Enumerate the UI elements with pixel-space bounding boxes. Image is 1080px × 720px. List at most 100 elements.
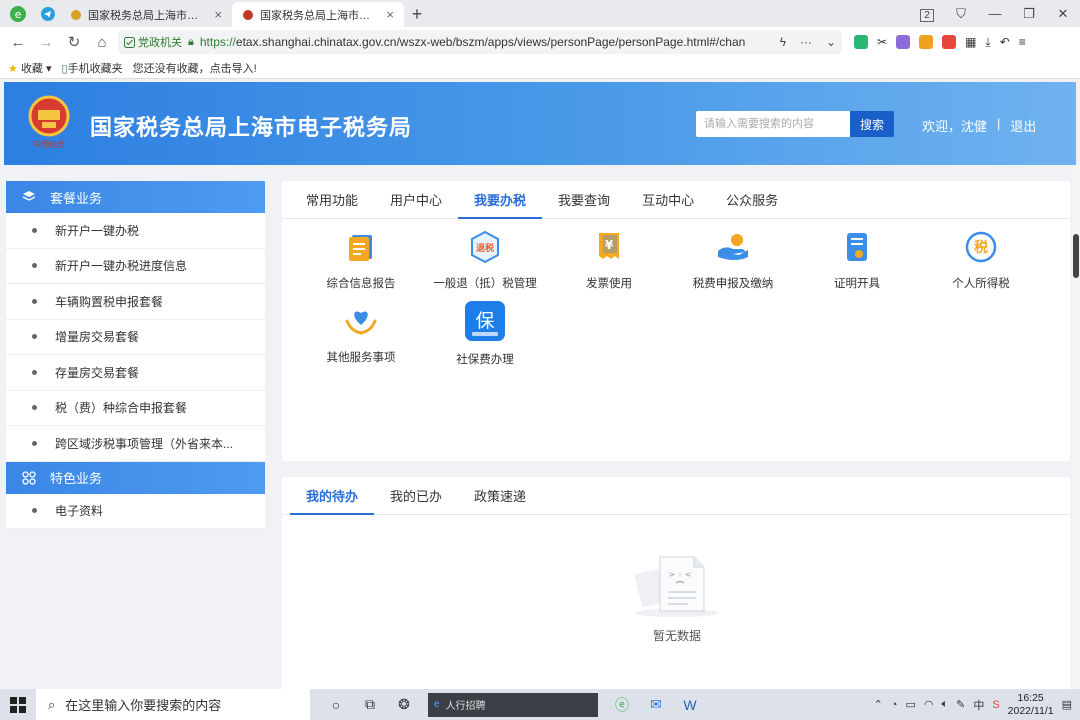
sidebar-item[interactable]: 存量房交易套餐	[6, 355, 265, 391]
forward-button[interactable]: →	[34, 30, 58, 54]
url-field[interactable]: 党政机关 🔒︎ https://etax.shanghai.chinatax.g…	[118, 30, 842, 54]
sidebar-section-package[interactable]: 套餐业务	[6, 181, 265, 213]
more-icon[interactable]: ···	[800, 35, 812, 49]
function-invoice[interactable]: ¥ 发票使用	[547, 229, 671, 291]
tab-close-icon[interactable]: ×	[386, 7, 394, 22]
cortana-icon[interactable]: ○	[326, 695, 346, 715]
home-icon[interactable]: ⌂	[90, 30, 114, 54]
task-view-icon[interactable]: ⧉	[360, 695, 380, 715]
network-icon[interactable]: ◔	[891, 699, 898, 711]
mobile-favorites[interactable]: ▯手机收藏夹	[62, 60, 123, 76]
empty-document-icon: > ◦ <	[634, 556, 719, 617]
sidebar-item[interactable]: 车辆购置税申报套餐	[6, 284, 265, 320]
back-button[interactable]: ←	[6, 30, 30, 54]
lightning-icon[interactable]: ϟ	[780, 35, 786, 49]
function-social-security[interactable]: 保 社保费办理	[423, 301, 547, 367]
bullet	[32, 405, 37, 411]
telegram-icon[interactable]	[36, 0, 60, 27]
site-header: 中国税务 国家税务总局上海市电子税务局 搜索 欢迎，沈健 | 退出	[4, 82, 1076, 165]
pen-icon[interactable]: ✎	[956, 698, 965, 711]
download-icon[interactable]: ⤓	[985, 35, 990, 50]
svg-text:> ◦ <: > ◦ <	[668, 570, 691, 579]
page-scrollbar-thumb[interactable]	[1073, 234, 1079, 278]
maximize-button[interactable]: ❐	[1012, 6, 1046, 22]
bullet	[32, 263, 37, 269]
system-tray: ⌃ ◔ ▭ ◠ 🔈︎ ✎ 中 S 16:25 2022/11/1 ▤	[874, 692, 1080, 718]
favorites-button[interactable]: ★ 收藏 ▾	[8, 60, 52, 76]
input-method-icon[interactable]: 中	[973, 697, 984, 713]
bullet	[32, 440, 37, 446]
function-report[interactable]: 综合信息报告	[299, 229, 423, 291]
taskbar-search[interactable]: ⌕ 在这里输入你要搜索的内容	[36, 689, 310, 720]
tab-query[interactable]: 我要查询	[542, 181, 626, 218]
sogou-icon[interactable]: S	[992, 699, 999, 711]
wifi-icon[interactable]: ◠	[924, 698, 934, 711]
tab-user-center[interactable]: 用户中心	[374, 181, 458, 218]
function-payment[interactable]: 税费申报及缴纳	[671, 229, 795, 291]
browser-logo-icon[interactable]: e	[0, 0, 36, 27]
wechat-icon[interactable]	[854, 35, 868, 49]
sidebar-item[interactable]: 税（费）种综合申报套餐	[6, 391, 265, 426]
scissors-icon[interactable]: ✂	[877, 35, 887, 49]
sidebar-item[interactable]: 增量房交易套餐	[6, 320, 265, 355]
sidebar-section-special[interactable]: 特色业务	[6, 461, 265, 494]
ie-search-box[interactable]: e 人行招聘	[428, 692, 598, 717]
verified-icon	[124, 36, 135, 48]
tab-common[interactable]: 常用功能	[290, 181, 374, 218]
function-certificate[interactable]: 证明开具	[795, 229, 919, 291]
tab-public-service[interactable]: 公众服务	[710, 181, 794, 218]
menu-icon[interactable]: ≡	[1019, 35, 1026, 49]
windows-start-button[interactable]	[0, 689, 36, 720]
function-income-tax[interactable]: 税 个人所得税	[919, 229, 1043, 291]
tab-close-icon[interactable]: ×	[214, 7, 222, 22]
notification-icon[interactable]: ▤	[1062, 698, 1072, 711]
windows-logo-icon	[10, 696, 26, 713]
import-hint[interactable]: 您还没有收藏，点击导入!	[133, 60, 257, 76]
tab-interaction[interactable]: 互动中心	[626, 181, 710, 218]
close-window-button[interactable]: ✕	[1046, 6, 1080, 22]
search-icon: ⌕	[48, 696, 56, 712]
tab-my-done[interactable]: 我的已办	[374, 477, 458, 514]
search-input[interactable]	[696, 111, 850, 137]
reload-button[interactable]: ↻	[62, 30, 86, 54]
bookmarks-bar: ★ 收藏 ▾ ▯手机收藏夹 您还没有收藏，点击导入!	[0, 57, 1080, 79]
sidebar-item[interactable]: 新开户一键办税	[6, 213, 265, 249]
chevron-up-icon[interactable]: ⌃	[874, 698, 883, 711]
function-tax-refund[interactable]: 退税 一般退（抵）税管理	[423, 229, 547, 291]
game-icon[interactable]	[942, 35, 957, 49]
svg-text:¥: ¥	[605, 238, 614, 252]
tab-my-todo[interactable]: 我的待办	[290, 477, 375, 515]
tab-etax[interactable]: 国家税务总局上海市电子税务局 ×	[232, 2, 404, 27]
search-button[interactable]: 搜索	[850, 111, 894, 137]
undo-icon[interactable]: ↶	[1000, 35, 1010, 49]
tab-count-badge[interactable]: 2	[910, 6, 944, 22]
reader-icon[interactable]	[896, 35, 911, 49]
invoice-icon: ¥	[599, 233, 619, 259]
word-icon[interactable]: W	[680, 695, 700, 715]
battery-icon[interactable]: ▭	[905, 698, 915, 711]
logout-link[interactable]: 退出	[1010, 116, 1036, 135]
function-other-services[interactable]: 其他服务事项	[299, 303, 423, 365]
volume-icon[interactable]: 🔈︎	[941, 698, 948, 711]
app-swirl-icon[interactable]: ❂	[394, 695, 414, 715]
svg-text:退税: 退税	[476, 242, 494, 254]
new-tab-button[interactable]: +	[404, 2, 430, 27]
browser-taskbar-icon[interactable]: ⓔ	[612, 695, 632, 715]
chevron-down-icon[interactable]: ⌄	[826, 35, 836, 49]
shirt-icon[interactable]: ⛉	[944, 6, 978, 22]
sidebar-item[interactable]: 新开户一键办税进度信息	[6, 249, 265, 284]
separator: |	[997, 116, 1001, 131]
apps-grid-icon[interactable]: ▦	[965, 35, 976, 49]
sidebar-item[interactable]: 电子资料	[6, 494, 265, 529]
address-bar: ← → ↻ ⌂ 党政机关 🔒︎ https://etax.shanghai.ch…	[0, 27, 1080, 57]
mail-icon[interactable]: ✉	[646, 695, 666, 715]
minimize-button[interactable]: —	[978, 6, 1012, 21]
clock[interactable]: 16:25 2022/11/1	[1008, 692, 1054, 718]
empty-text: 暂无数据	[652, 629, 701, 643]
tab-policy-news[interactable]: 政策速递	[458, 477, 542, 514]
bullet	[32, 298, 37, 304]
tab-tax-handling[interactable]: 我要办税	[458, 181, 543, 219]
shield-icon[interactable]	[919, 35, 934, 49]
sidebar-item[interactable]: 跨区域涉税事项管理（外省来本...	[6, 426, 265, 462]
tab-shanghai-tax[interactable]: 国家税务总局上海市税务局 ×	[60, 2, 232, 27]
